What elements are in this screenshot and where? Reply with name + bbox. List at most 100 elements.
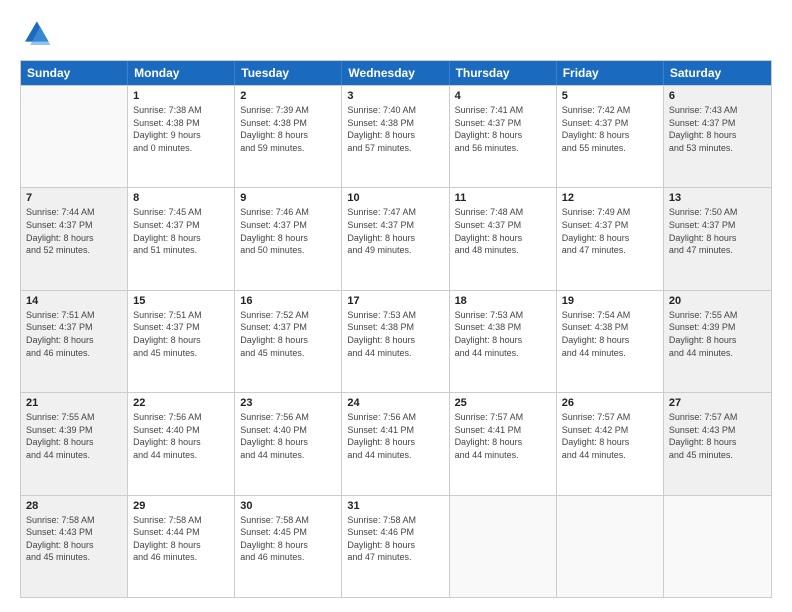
day-number: 16 (240, 295, 336, 307)
week-row-2: 7 Sunrise: 7:44 AM Sunset: 4:37 PM Daylig… (21, 187, 771, 289)
day-number: 24 (347, 397, 443, 409)
cal-cell: 19Sunrise: 7:54 AM Sunset: 4:38 PM Dayli… (557, 291, 664, 392)
cal-cell: 6 Sunrise: 7:43 AM Sunset: 4:37 PM Daylig… (664, 86, 771, 187)
day-header-wednesday: Wednesday (342, 61, 449, 85)
cell-info: Sunrise: 7:44 AM Sunset: 4:37 PM Dayligh… (26, 206, 122, 256)
day-number: 17 (347, 295, 443, 307)
cal-cell: 13 Sunrise: 7:50 AM Sunset: 4:37 PM Dayli… (664, 188, 771, 289)
cal-cell: 23 Sunrise: 7:56 AM Sunset: 4:40 PM Dayli… (235, 393, 342, 494)
cal-cell (450, 496, 557, 597)
day-number: 11 (455, 192, 551, 204)
calendar: SundayMondayTuesdayWednesdayThursdayFrid… (20, 60, 772, 598)
cell-info: Sunrise: 7:49 AM Sunset: 4:37 PM Dayligh… (562, 206, 658, 256)
cell-info: Sunrise: 7:47 AM Sunset: 4:37 PM Dayligh… (347, 206, 443, 256)
cal-cell: 8 Sunrise: 7:45 AM Sunset: 4:37 PM Daylig… (128, 188, 235, 289)
day-number: 8 (133, 192, 229, 204)
calendar-body: 1 Sunrise: 7:38 AM Sunset: 4:38 PM Daylig… (21, 85, 771, 597)
cal-cell: 21Sunrise: 7:55 AM Sunset: 4:39 PM Dayli… (21, 393, 128, 494)
day-number: 3 (347, 90, 443, 102)
day-number: 23 (240, 397, 336, 409)
cal-cell: 29 Sunrise: 7:58 AM Sunset: 4:44 PM Dayli… (128, 496, 235, 597)
day-number: 13 (669, 192, 766, 204)
cal-cell: 31 Sunrise: 7:58 AM Sunset: 4:46 PM Dayli… (342, 496, 449, 597)
cell-info: Sunrise: 7:56 AM Sunset: 4:41 PM Dayligh… (347, 411, 443, 461)
cal-cell: 28Sunrise: 7:58 AM Sunset: 4:43 PM Dayli… (21, 496, 128, 597)
cell-info: Sunrise: 7:40 AM Sunset: 4:38 PM Dayligh… (347, 104, 443, 154)
cell-info: Sunrise: 7:51 AM Sunset: 4:37 PM Dayligh… (26, 309, 122, 359)
cell-info: Sunrise: 7:54 AM Sunset: 4:38 PM Dayligh… (562, 309, 658, 359)
day-number: 2 (240, 90, 336, 102)
cell-info: Sunrise: 7:58 AM Sunset: 4:46 PM Dayligh… (347, 514, 443, 564)
day-header-friday: Friday (557, 61, 664, 85)
day-header-sunday: Sunday (21, 61, 128, 85)
day-number: 1 (133, 90, 229, 102)
cell-info: Sunrise: 7:56 AM Sunset: 4:40 PM Dayligh… (133, 411, 229, 461)
cell-info: Sunrise: 7:38 AM Sunset: 4:38 PM Dayligh… (133, 104, 229, 154)
cell-info: Sunrise: 7:51 AM Sunset: 4:37 PM Dayligh… (133, 309, 229, 359)
cal-cell: 5 Sunrise: 7:42 AM Sunset: 4:37 PM Daylig… (557, 86, 664, 187)
cal-cell: 9 Sunrise: 7:46 AM Sunset: 4:37 PM Daylig… (235, 188, 342, 289)
cal-cell (21, 86, 128, 187)
cell-info: Sunrise: 7:42 AM Sunset: 4:37 PM Dayligh… (562, 104, 658, 154)
logo (20, 18, 56, 50)
cell-info: Sunrise: 7:52 AM Sunset: 4:37 PM Dayligh… (240, 309, 336, 359)
cell-info: Sunrise: 7:56 AM Sunset: 4:40 PM Dayligh… (240, 411, 336, 461)
cal-cell: 7 Sunrise: 7:44 AM Sunset: 4:37 PM Daylig… (21, 188, 128, 289)
cell-info: Sunrise: 7:43 AM Sunset: 4:37 PM Dayligh… (669, 104, 766, 154)
cal-cell: 16 Sunrise: 7:52 AM Sunset: 4:37 PM Dayli… (235, 291, 342, 392)
cell-info: Sunrise: 7:58 AM Sunset: 4:43 PM Dayligh… (26, 514, 122, 564)
day-number: 30 (240, 500, 336, 512)
day-number: 9 (240, 192, 336, 204)
cell-info: Sunrise: 7:46 AM Sunset: 4:37 PM Dayligh… (240, 206, 336, 256)
cal-cell: 2Sunrise: 7:39 AM Sunset: 4:38 PM Daylig… (235, 86, 342, 187)
day-number: 29 (133, 500, 229, 512)
cell-info: Sunrise: 7:57 AM Sunset: 4:41 PM Dayligh… (455, 411, 551, 461)
day-number: 6 (669, 90, 766, 102)
cal-cell: 20 Sunrise: 7:55 AM Sunset: 4:39 PM Dayli… (664, 291, 771, 392)
cal-cell: 11 Sunrise: 7:48 AM Sunset: 4:37 PM Dayli… (450, 188, 557, 289)
cal-cell: 22 Sunrise: 7:56 AM Sunset: 4:40 PM Dayli… (128, 393, 235, 494)
cal-cell: 14 Sunrise: 7:51 AM Sunset: 4:37 PM Dayli… (21, 291, 128, 392)
cell-info: Sunrise: 7:53 AM Sunset: 4:38 PM Dayligh… (347, 309, 443, 359)
cal-cell: 10 Sunrise: 7:47 AM Sunset: 4:37 PM Dayli… (342, 188, 449, 289)
day-header-tuesday: Tuesday (235, 61, 342, 85)
week-row-3: 14 Sunrise: 7:51 AM Sunset: 4:37 PM Dayli… (21, 290, 771, 392)
day-header-saturday: Saturday (664, 61, 771, 85)
cal-cell: 18 Sunrise: 7:53 AM Sunset: 4:38 PM Dayli… (450, 291, 557, 392)
cell-info: Sunrise: 7:48 AM Sunset: 4:37 PM Dayligh… (455, 206, 551, 256)
day-header-thursday: Thursday (450, 61, 557, 85)
day-header-monday: Monday (128, 61, 235, 85)
cal-cell: 12Sunrise: 7:49 AM Sunset: 4:37 PM Dayli… (557, 188, 664, 289)
cell-info: Sunrise: 7:53 AM Sunset: 4:38 PM Dayligh… (455, 309, 551, 359)
day-number: 18 (455, 295, 551, 307)
cell-info: Sunrise: 7:45 AM Sunset: 4:37 PM Dayligh… (133, 206, 229, 256)
cal-cell: 27Sunrise: 7:57 AM Sunset: 4:43 PM Dayli… (664, 393, 771, 494)
logo-icon (20, 18, 52, 50)
day-number: 31 (347, 500, 443, 512)
day-number: 4 (455, 90, 551, 102)
day-number: 5 (562, 90, 658, 102)
week-row-4: 21Sunrise: 7:55 AM Sunset: 4:39 PM Dayli… (21, 392, 771, 494)
day-number: 26 (562, 397, 658, 409)
day-number: 10 (347, 192, 443, 204)
day-number: 27 (669, 397, 766, 409)
cell-info: Sunrise: 7:41 AM Sunset: 4:37 PM Dayligh… (455, 104, 551, 154)
day-number: 20 (669, 295, 766, 307)
week-row-1: 1 Sunrise: 7:38 AM Sunset: 4:38 PM Daylig… (21, 85, 771, 187)
cal-cell: 15Sunrise: 7:51 AM Sunset: 4:37 PM Dayli… (128, 291, 235, 392)
day-number: 7 (26, 192, 122, 204)
cell-info: Sunrise: 7:58 AM Sunset: 4:44 PM Dayligh… (133, 514, 229, 564)
day-number: 14 (26, 295, 122, 307)
cal-cell: 25 Sunrise: 7:57 AM Sunset: 4:41 PM Dayli… (450, 393, 557, 494)
cal-cell: 30 Sunrise: 7:58 AM Sunset: 4:45 PM Dayli… (235, 496, 342, 597)
week-row-5: 28Sunrise: 7:58 AM Sunset: 4:43 PM Dayli… (21, 495, 771, 597)
cell-info: Sunrise: 7:50 AM Sunset: 4:37 PM Dayligh… (669, 206, 766, 256)
day-number: 22 (133, 397, 229, 409)
cal-cell: 24 Sunrise: 7:56 AM Sunset: 4:41 PM Dayli… (342, 393, 449, 494)
cell-info: Sunrise: 7:55 AM Sunset: 4:39 PM Dayligh… (26, 411, 122, 461)
cal-cell: 17 Sunrise: 7:53 AM Sunset: 4:38 PM Dayli… (342, 291, 449, 392)
day-number: 25 (455, 397, 551, 409)
cell-info: Sunrise: 7:58 AM Sunset: 4:45 PM Dayligh… (240, 514, 336, 564)
calendar-header: SundayMondayTuesdayWednesdayThursdayFrid… (21, 61, 771, 85)
cell-info: Sunrise: 7:55 AM Sunset: 4:39 PM Dayligh… (669, 309, 766, 359)
